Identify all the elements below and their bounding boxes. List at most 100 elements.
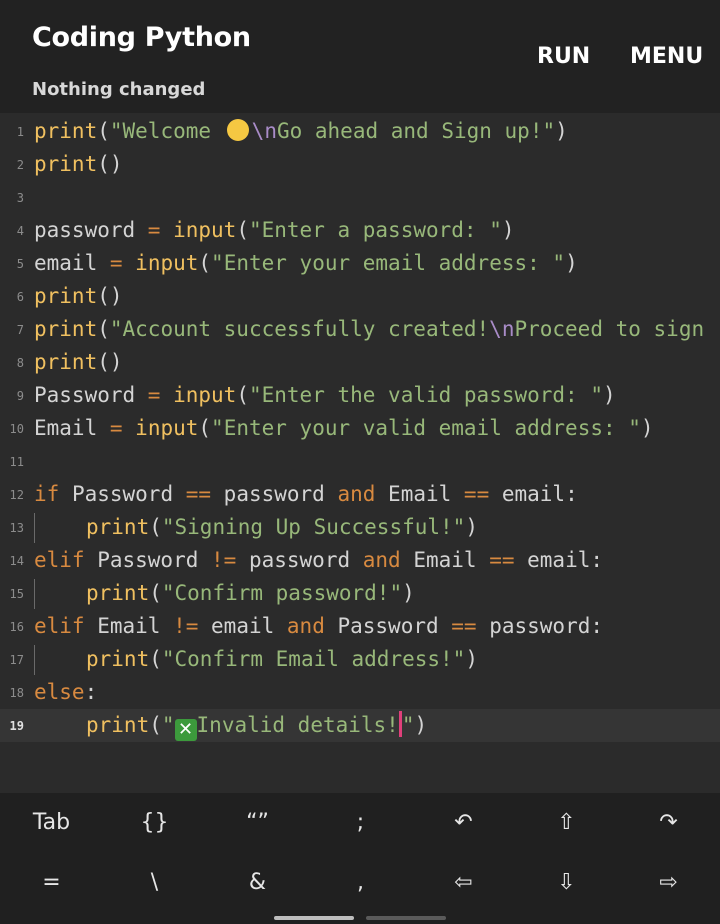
token: = <box>109 251 123 275</box>
token: print <box>34 284 98 308</box>
code-line[interactable]: 4 password = input("Enter a password: ") <box>0 214 720 247</box>
current-code-line[interactable]: 19 print(" ✕ Invalid details! ") <box>0 709 720 742</box>
token: = <box>147 218 161 242</box>
code-editor[interactable]: 1 print("Welcome \nGo ahead and Sign up!… <box>0 113 720 793</box>
token: ) <box>465 647 478 671</box>
line-number: 16 <box>9 620 24 634</box>
code-line[interactable]: 13 print("Signing Up Successful!") <box>0 511 720 544</box>
token: ( <box>97 119 110 143</box>
app-header: Coding Python Nothing changed RUN MENU <box>0 0 720 113</box>
token: Password <box>324 614 452 638</box>
semicolon-key[interactable]: ; <box>309 793 412 853</box>
tab-key[interactable]: Tab <box>0 793 103 853</box>
token: ( <box>198 251 212 275</box>
line-number: 4 <box>16 224 24 238</box>
code-line[interactable]: 1 print("Welcome \nGo ahead and Sign up!… <box>0 115 720 148</box>
token: () <box>97 350 123 374</box>
code-line[interactable]: 5 email = input("Enter your email addres… <box>0 247 720 280</box>
code-line[interactable]: 8 print() <box>0 346 720 379</box>
code-line[interactable]: 12 if Password == password and Email == … <box>0 478 720 511</box>
line-number: 3 <box>16 191 24 205</box>
code-line[interactable]: 3 <box>0 181 720 214</box>
line-number: 17 <box>9 653 24 667</box>
token: ( <box>236 218 249 242</box>
token: ) <box>603 383 616 407</box>
token: input <box>173 383 237 407</box>
redo-icon[interactable]: ↷ <box>617 793 720 853</box>
token: else <box>34 680 85 704</box>
token: "Enter your email address: " <box>211 251 566 275</box>
cross-mark-icon: ✕ <box>174 719 197 741</box>
code-line[interactable]: 7 print("Account successfully created!\n… <box>0 313 720 346</box>
token: ( <box>149 713 162 737</box>
code-line[interactable]: 6 print() <box>0 280 720 313</box>
token: input <box>135 251 199 275</box>
arrow-down-icon[interactable]: ⇩ <box>515 853 618 913</box>
indent-guide <box>34 645 35 675</box>
line-number: 13 <box>9 521 24 535</box>
ampersand-key[interactable]: & <box>206 853 309 913</box>
token: and <box>286 614 325 638</box>
quotes-key[interactable]: “” <box>206 793 309 853</box>
line-number: 5 <box>16 257 24 271</box>
line-number: 12 <box>9 488 24 502</box>
arrow-left-icon[interactable]: ⇦ <box>412 853 515 913</box>
line-number: 1 <box>16 125 24 139</box>
line-number: 14 <box>9 554 24 568</box>
scroll-indicator-active <box>274 916 354 920</box>
line-number: 8 <box>16 356 24 370</box>
code-line[interactable]: 17 print("Confirm Email address!") <box>0 643 720 676</box>
backslash-key[interactable]: \ <box>103 853 206 913</box>
token: == <box>185 482 212 506</box>
line-number: 7 <box>16 323 24 337</box>
token: "Account successfully created! <box>109 317 490 341</box>
token: ( <box>149 515 162 539</box>
token: == <box>463 482 490 506</box>
token: input <box>173 218 237 242</box>
code-line[interactable]: 9 Password = input("Enter the valid pass… <box>0 379 720 412</box>
token: ) <box>402 581 415 605</box>
undo-icon[interactable]: ↶ <box>412 793 515 853</box>
token: != <box>211 548 237 572</box>
comma-key[interactable]: , <box>309 853 412 913</box>
arrow-right-icon[interactable]: ⇨ <box>617 853 720 913</box>
code-line[interactable]: 16 elif Email != email and Password == p… <box>0 610 720 643</box>
token: password <box>34 218 148 242</box>
line-number: 15 <box>9 587 24 601</box>
code-line[interactable]: 2 print() <box>0 148 720 181</box>
line-number: 6 <box>16 290 24 304</box>
equals-key[interactable]: = <box>0 853 103 913</box>
code-line[interactable]: 18 else: <box>0 676 720 709</box>
token: == <box>451 614 477 638</box>
hugging-face-icon <box>226 119 249 141</box>
token: Email <box>400 548 490 572</box>
token: email: <box>489 482 578 506</box>
token: Password <box>34 383 148 407</box>
token: ( <box>198 416 212 440</box>
token: = <box>109 416 123 440</box>
token: input <box>135 416 199 440</box>
token: print <box>86 713 150 737</box>
token: if <box>34 482 60 506</box>
arrow-up-icon[interactable]: ⇧ <box>515 793 618 853</box>
token: "Welcome <box>109 119 224 143</box>
token: ( <box>236 383 249 407</box>
code-line[interactable]: 11 <box>0 445 720 478</box>
token: \n <box>251 119 277 143</box>
run-button[interactable]: RUN <box>537 44 590 69</box>
code-line[interactable]: 14 elif Password != password and Email =… <box>0 544 720 577</box>
token: ( <box>149 647 162 671</box>
token: "Enter your valid email address: " <box>211 416 641 440</box>
code-line[interactable]: 10 Email = input("Enter your valid email… <box>0 412 720 445</box>
token: () <box>97 152 123 176</box>
menu-button[interactable]: MENU <box>630 44 703 69</box>
token: Email <box>84 614 174 638</box>
braces-key[interactable]: {} <box>103 793 206 853</box>
token: Password <box>59 482 186 506</box>
token: print <box>34 119 98 143</box>
token: " <box>161 713 175 737</box>
code-line[interactable]: 15 print("Confirm password!") <box>0 577 720 610</box>
token: print <box>34 152 98 176</box>
